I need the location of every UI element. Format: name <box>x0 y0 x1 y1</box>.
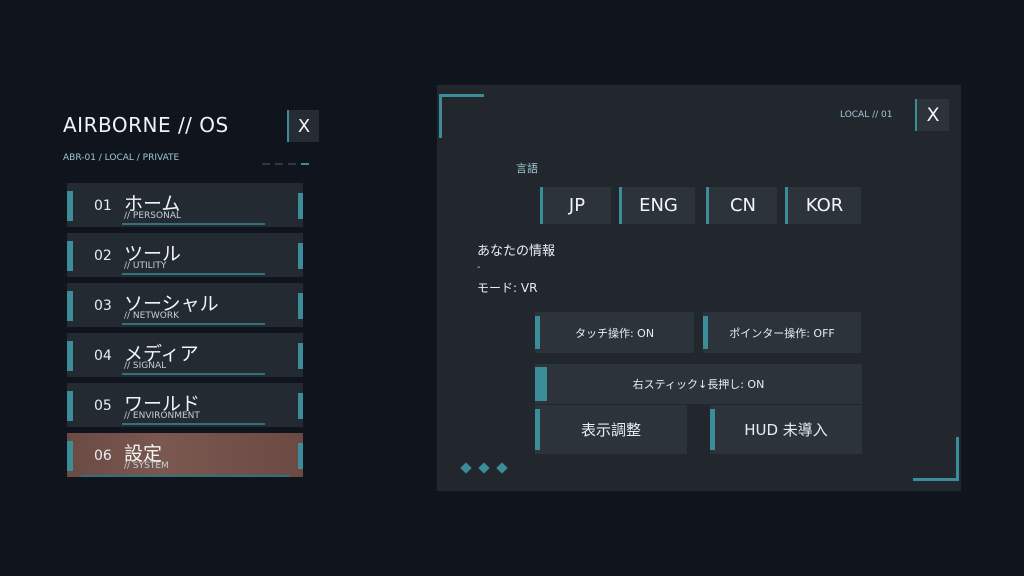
corner-bracket <box>439 94 484 97</box>
menu-item-home[interactable]: 01 ホーム // PERSONAL <box>67 183 303 227</box>
right-stick-toggle-label: 右スティック↓長押し: ON <box>632 378 765 391</box>
language-cn-button[interactable]: CN <box>706 187 777 224</box>
panel-location-label: LOCAL // 01 <box>840 110 893 120</box>
menu-item-number: 03 <box>94 298 112 314</box>
menu-item-subtitle: // ENVIRONMENT <box>124 411 200 421</box>
touch-toggle-label: タッチ操作: ON <box>574 326 655 340</box>
breadcrumb: ABR-01 / LOCAL / PRIVATE <box>63 153 180 163</box>
menu-item-subtitle: // NETWORK <box>124 311 179 321</box>
menu-item-media[interactable]: 04 メディア // SIGNAL <box>67 333 303 377</box>
menu-item-tools[interactable]: 02 ツール // UTILITY <box>67 233 303 277</box>
hud-button[interactable]: HUD 未導入 <box>710 405 862 454</box>
menu-close-button[interactable]: X <box>287 110 319 142</box>
menu-item-subtitle: // SIGNAL <box>124 361 167 371</box>
menu-item-number: 05 <box>94 398 112 414</box>
language-label: 言語 <box>516 162 538 175</box>
panel-close-button[interactable]: X <box>915 99 949 131</box>
menu-item-number: 02 <box>94 248 112 264</box>
display-adjust-label: 表示調整 <box>580 421 641 439</box>
menu-item-number: 01 <box>94 198 112 214</box>
user-info-value: - <box>477 262 481 273</box>
display-adjust-button[interactable]: 表示調整 <box>535 405 687 454</box>
user-info-title: あなたの情報 <box>477 244 556 259</box>
menu-item-number: 04 <box>94 348 112 364</box>
corner-bracket <box>913 478 959 481</box>
menu-item-subtitle: // PERSONAL <box>124 211 181 221</box>
menu-item-subtitle: // UTILITY <box>124 261 167 271</box>
pointer-toggle[interactable]: ポインター操作: OFF <box>703 312 861 353</box>
menu-item-social[interactable]: 03 ソーシャル // NETWORK <box>67 283 303 327</box>
language-eng-button[interactable]: ENG <box>619 187 695 224</box>
os-title: AIRBORNE // OS <box>63 113 229 137</box>
corner-bracket <box>956 437 959 481</box>
page-indicator <box>262 163 310 165</box>
mode-label: モード: VR <box>477 281 538 295</box>
language-kor-button[interactable]: KOR <box>785 187 861 224</box>
hud-label: HUD 未導入 <box>744 421 828 439</box>
menu-item-number: 06 <box>94 448 112 464</box>
language-jp-button[interactable]: JP <box>540 187 611 224</box>
pointer-toggle-label: ポインター操作: OFF <box>729 326 835 340</box>
touch-toggle[interactable]: タッチ操作: ON <box>535 312 694 353</box>
menu-item-world[interactable]: 05 ワールド // ENVIRONMENT <box>67 383 303 427</box>
menu-item-subtitle: // SYSTEM <box>124 461 169 471</box>
right-stick-toggle[interactable]: 右スティック↓長押し: ON <box>535 364 862 404</box>
menu-item-settings[interactable]: 06 設定 // SYSTEM <box>67 433 303 477</box>
corner-bracket <box>439 94 442 138</box>
